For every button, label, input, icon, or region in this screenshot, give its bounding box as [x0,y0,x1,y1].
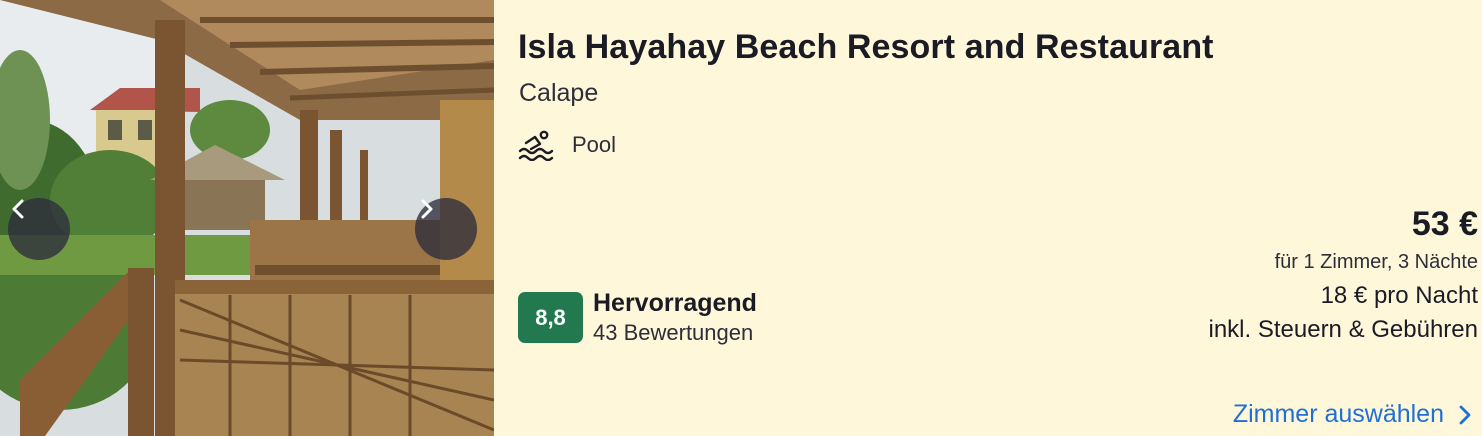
review-count: 43 Bewertungen [593,320,754,345]
select-room-label: Zimmer auswählen [1232,400,1444,428]
chevron-right-icon [421,199,433,219]
hotel-name[interactable]: Isla Hayahay Beach Resort and Restaurant [518,28,1214,67]
gallery-previous-button[interactable] [8,198,70,260]
pool-icon [518,130,554,161]
amenity-item: Pool [518,128,616,162]
chevron-left-icon [12,199,24,219]
price-taxes-note: inkl. Steuern & Gebühren [1208,316,1479,343]
hotel-card-content: Isla Hayahay Beach Resort and Restaurant… [518,0,1482,436]
price-per-night: 18 € pro Nacht [1320,282,1478,309]
rating: 8,8 Hervorragend 43 Bewertungen [518,289,757,349]
chevron-right-icon [1459,405,1471,424]
amenity-label: Pool [572,132,617,157]
rating-score-badge: 8,8 [518,292,583,343]
rating-label: Hervorragend [593,289,757,317]
total-price: 53 € [1411,205,1478,243]
hotel-location: Calape [519,79,599,107]
gallery-next-button[interactable] [415,198,477,260]
hotel-photo-gallery[interactable] [0,0,494,436]
select-room-link[interactable]: Zimmer auswählen [1233,400,1472,429]
price-block: 53 € für 1 Zimmer, 3 Nächte 18 € pro Nac… [1209,203,1479,347]
price-detail: für 1 Zimmer, 3 Nächte [1274,251,1478,273]
